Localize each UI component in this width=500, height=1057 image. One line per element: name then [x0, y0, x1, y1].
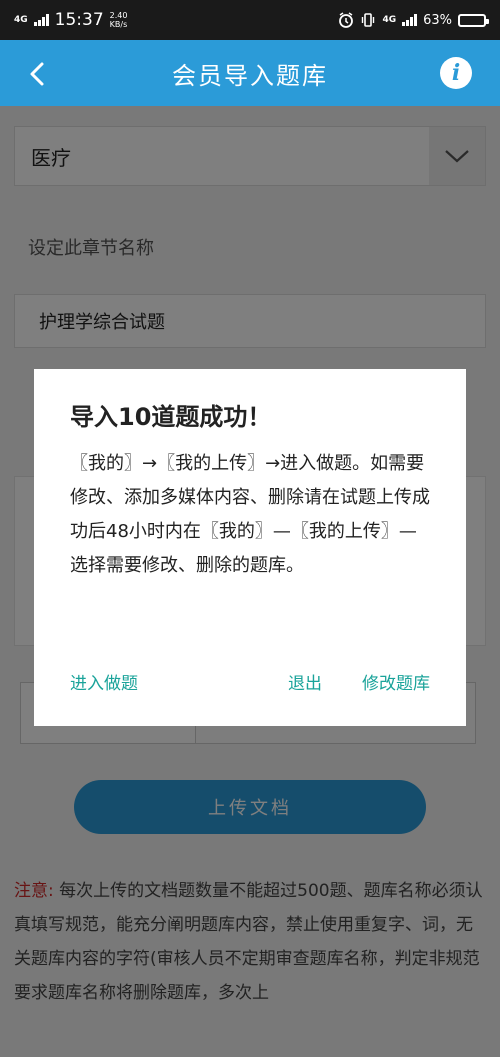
- network-right-label: 4G: [382, 15, 397, 25]
- dialog-message: 〖我的〗→〖我的上传〗→进入做题。如需要修改、添加多媒体内容、删除请在试题上传成…: [70, 453, 430, 576]
- screen: 4G 15:37 2.40 KB/s 4G 63% 会员导入题库 i 导入10道…: [0, 0, 500, 1057]
- battery-icon: [458, 13, 489, 27]
- edit-question-bank-button[interactable]: 修改题库: [362, 669, 430, 694]
- clock: 15:37: [54, 10, 104, 30]
- signal-icon: [33, 14, 49, 26]
- import-success-dialog: 导入10道题成功！ 〖我的〗→〖我的上传〗→进入做题。如需要修改、添加多媒体内容…: [34, 369, 466, 726]
- page-title: 会员导入题库: [172, 61, 328, 90]
- info-icon[interactable]: i: [440, 57, 472, 89]
- exit-button[interactable]: 退出: [288, 669, 322, 694]
- vibrate-icon: [362, 13, 375, 27]
- battery-percent: 63%: [423, 12, 452, 28]
- net-speed-unit: KB/s: [109, 20, 128, 29]
- status-left: 4G 15:37 2.40 KB/s: [14, 10, 127, 30]
- net-speed: 2.40 KB/s: [110, 11, 128, 29]
- enter-practice-button[interactable]: 进入做题: [70, 669, 138, 694]
- chevron-left-icon[interactable]: [24, 60, 52, 88]
- net-speed-value: 2.40: [109, 11, 128, 20]
- dialog-title: 导入10道题成功！: [70, 403, 272, 431]
- signal-right-icon: [402, 14, 418, 26]
- alarm-icon: [339, 12, 354, 28]
- status-bar: 4G 15:37 2.40 KB/s 4G 63%: [0, 0, 500, 40]
- dialog-actions: 进入做题 退出 修改题库: [70, 669, 430, 694]
- network-label: 4G: [14, 15, 28, 25]
- dialog-right-actions: 退出 修改题库: [288, 669, 430, 694]
- status-right: 4G 63%: [338, 12, 489, 28]
- app-header: 会员导入题库 i: [0, 40, 500, 106]
